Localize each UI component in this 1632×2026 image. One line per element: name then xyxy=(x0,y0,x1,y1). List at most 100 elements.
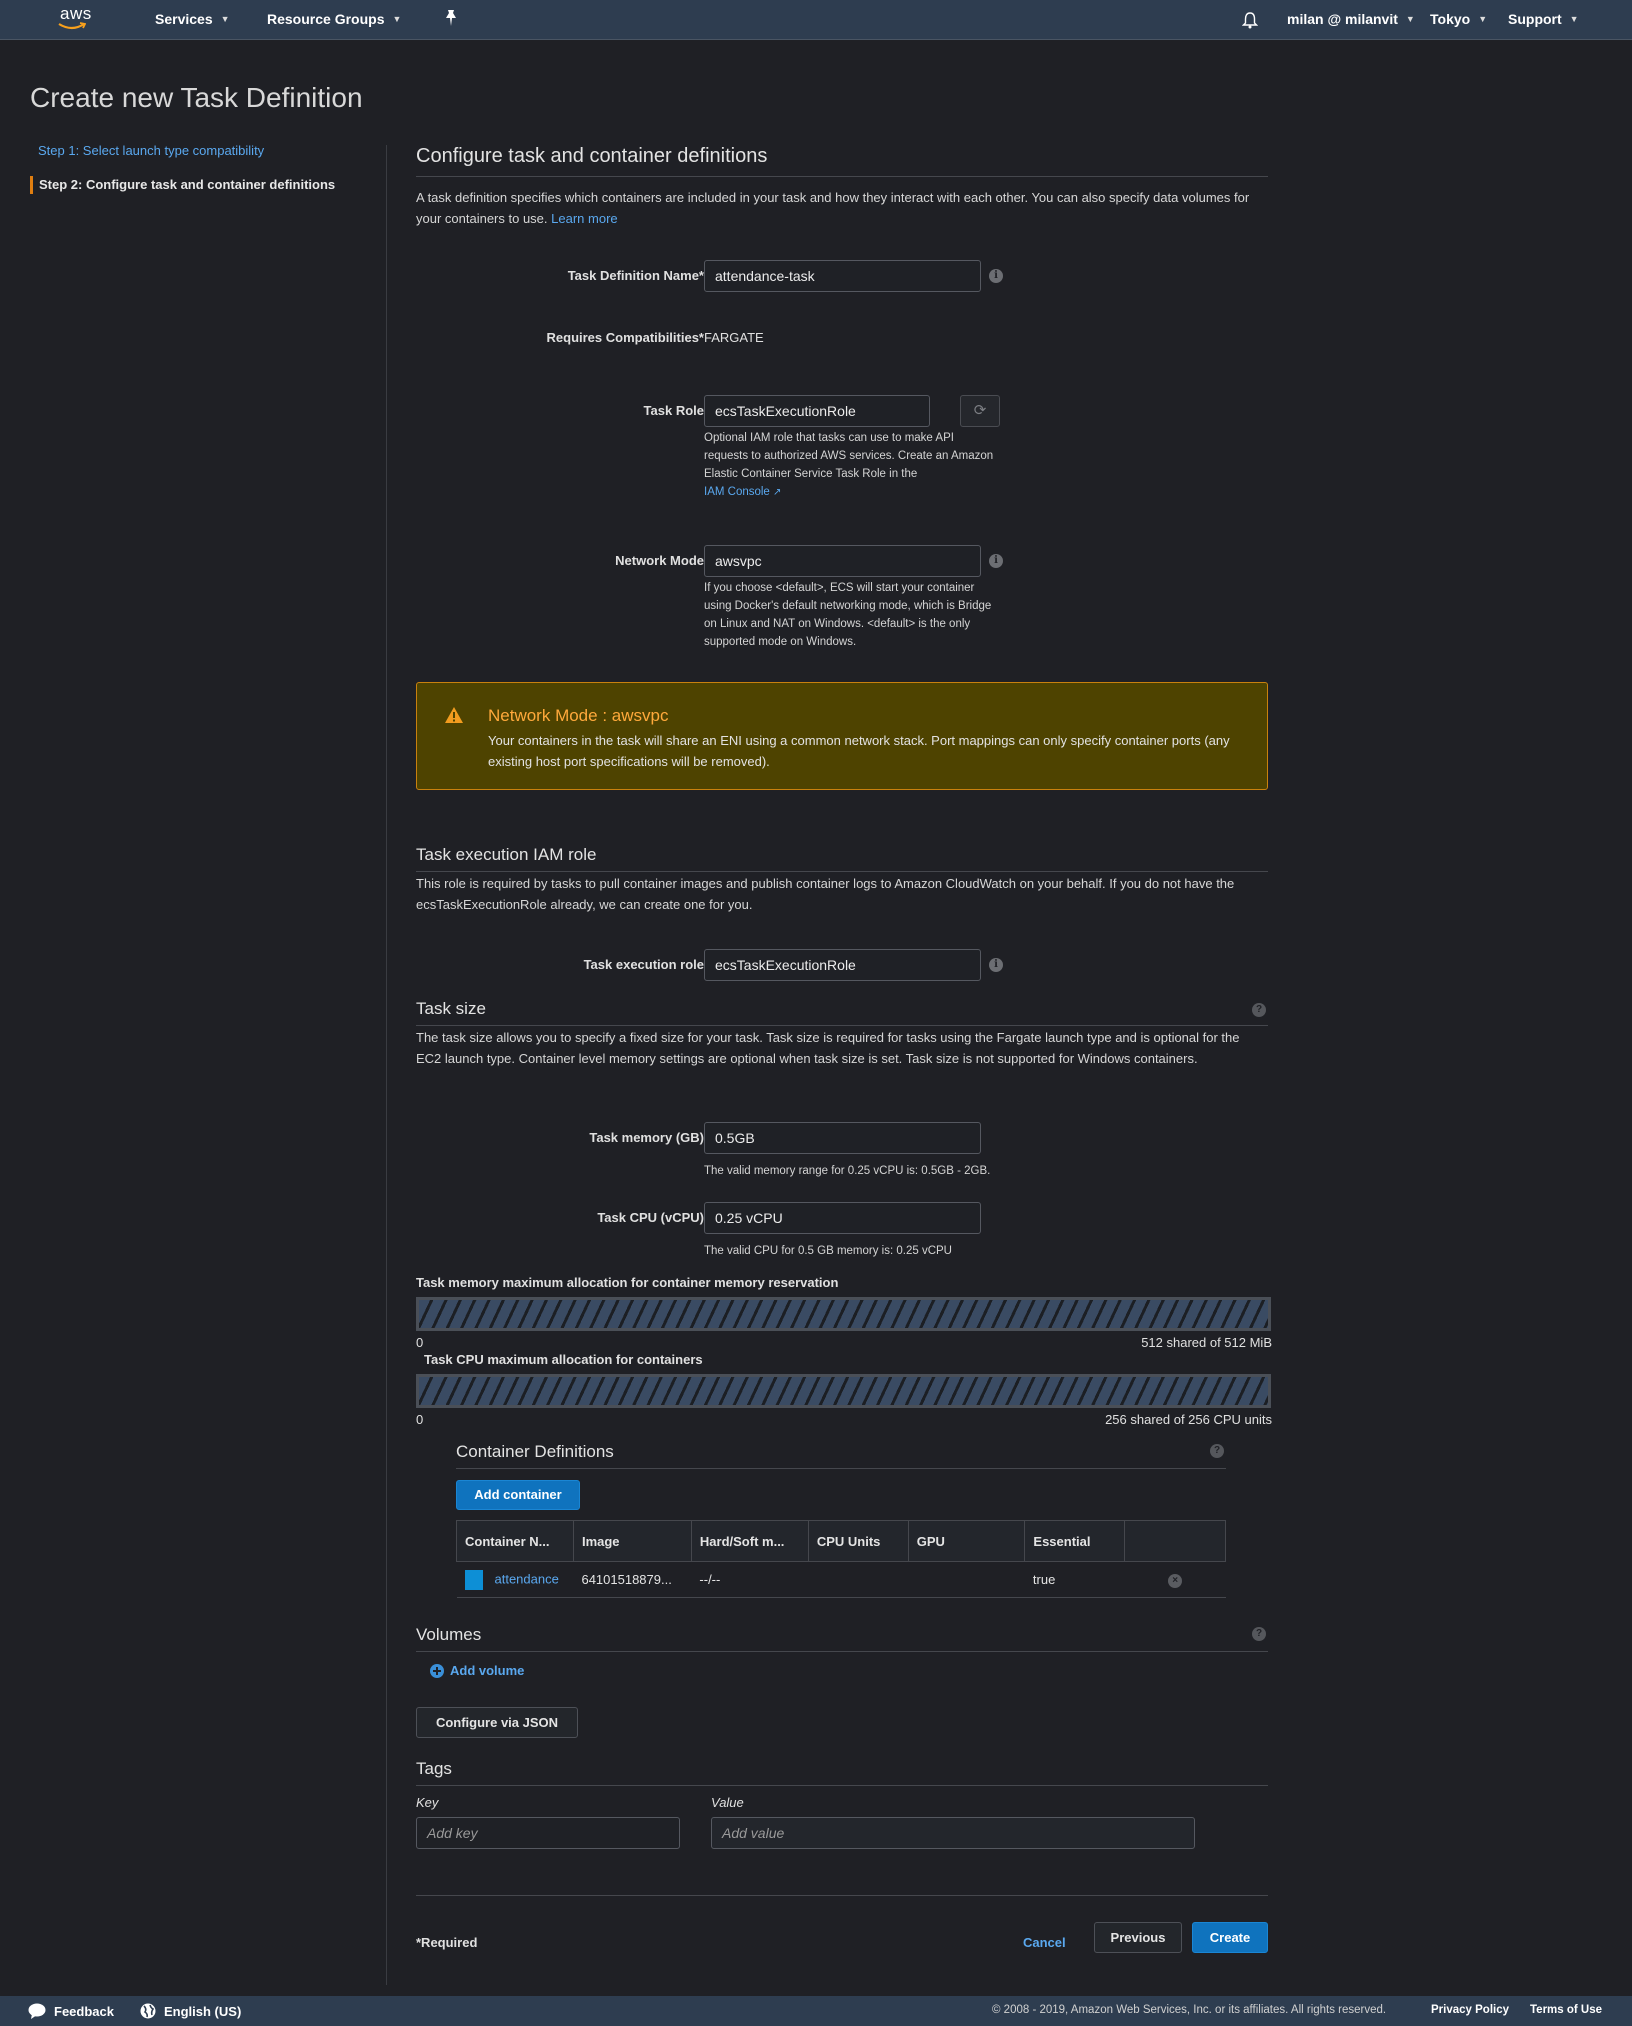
task-role-label: Task Role xyxy=(643,403,704,418)
remove-container-icon[interactable]: × xyxy=(1168,1574,1183,1588)
create-button[interactable]: Create xyxy=(1192,1922,1268,1953)
terms-of-use-link[interactable]: Terms of Use xyxy=(1530,2004,1602,2016)
tag-key-input[interactable]: Add key xyxy=(416,1817,680,1849)
cpu-allocation-label: Task CPU maximum allocation for containe… xyxy=(424,1352,703,1367)
section-title-container-definitions: Container Definitions ? xyxy=(456,1442,1226,1469)
aws-logo[interactable]: aws xyxy=(58,4,108,34)
cpu-allocation-max: 256 shared of 256 CPU units xyxy=(1105,1412,1272,1427)
container-definitions-table: Container N... Image Hard/Soft m... CPU … xyxy=(456,1520,1226,1598)
required-note: *Required xyxy=(416,1935,478,1950)
alert-title: Network Mode : awsvpc xyxy=(488,706,669,725)
services-menu[interactable]: Services ▼ xyxy=(155,11,230,27)
sidebar-divider xyxy=(386,145,387,1985)
tag-value-label: Value xyxy=(711,1795,744,1810)
add-circle-icon xyxy=(430,1663,444,1678)
memory-allocation-bar xyxy=(416,1297,1271,1331)
chevron-down-icon: ▼ xyxy=(1569,14,1579,24)
task-definition-name-label: Task Definition Name* xyxy=(567,268,704,283)
task-cpu-label: Task CPU (vCPU) xyxy=(597,1210,704,1225)
bell-icon[interactable] xyxy=(1242,11,1258,29)
network-mode-help: If you choose <default>, ECS will start … xyxy=(704,582,992,648)
globe-icon xyxy=(140,2003,156,2019)
task-size-desc: The task size allows you to specify a fi… xyxy=(416,1030,1240,1066)
support-label: Support xyxy=(1508,11,1562,27)
volumes-title-text: Volumes xyxy=(416,1625,482,1644)
feedback-button[interactable]: Feedback xyxy=(28,2003,114,2019)
learn-more-link[interactable]: Learn more xyxy=(551,211,617,226)
container-color-swatch xyxy=(464,1569,483,1590)
execution-role-row: Task execution role ecsTaskExecutionRole… xyxy=(416,949,1268,983)
add-volume-link[interactable]: Add volume xyxy=(430,1663,524,1678)
column-header-container-name[interactable]: Container N... xyxy=(456,1520,574,1562)
help-icon[interactable]: ? xyxy=(1252,1003,1266,1017)
cancel-link[interactable]: Cancel xyxy=(1023,1935,1066,1950)
memory-allocation-min: 0 xyxy=(416,1335,424,1350)
language-selector[interactable]: English (US) xyxy=(140,2003,241,2019)
column-header-essential[interactable]: Essential xyxy=(1024,1520,1126,1562)
step-2-current: Step 2: Configure task and container def… xyxy=(30,176,380,194)
task-definition-name-input[interactable]: attendance-task xyxy=(704,260,981,292)
info-icon[interactable]: i xyxy=(989,269,1003,283)
column-header-cpu-units[interactable]: CPU Units xyxy=(807,1520,909,1562)
requires-compatibilities-value: FARGATE xyxy=(704,330,764,345)
task-cpu-select[interactable]: 0.25 vCPU xyxy=(704,1202,981,1234)
network-mode-label: Network Mode xyxy=(615,553,704,568)
requires-compatibilities-row: Requires Compatibilities* FARGATE xyxy=(416,330,1268,350)
network-mode-select[interactable]: awsvpc xyxy=(704,545,981,577)
task-role-select[interactable]: ecsTaskExecutionRole xyxy=(704,395,930,427)
pin-icon[interactable] xyxy=(444,9,458,27)
cell-essential: true xyxy=(1024,1561,1125,1598)
cell-actions: × xyxy=(1124,1561,1226,1598)
support-menu[interactable]: Support ▼ xyxy=(1508,11,1579,27)
resource-groups-label: Resource Groups xyxy=(267,11,385,27)
chevron-down-icon: ▼ xyxy=(1478,14,1488,24)
task-memory-select[interactable]: 0.5GB xyxy=(704,1122,981,1154)
form-footer-divider xyxy=(416,1895,1268,1896)
iam-console-link[interactable]: IAM Console xyxy=(704,486,770,498)
language-label: English (US) xyxy=(164,2003,242,2019)
cell-cpu-units xyxy=(808,1561,909,1598)
column-header-memory[interactable]: Hard/Soft m... xyxy=(690,1520,809,1562)
configure-via-json-button[interactable]: Configure via JSON xyxy=(416,1707,578,1738)
execution-role-select[interactable]: ecsTaskExecutionRole xyxy=(704,949,981,981)
warning-icon xyxy=(445,707,463,723)
chevron-down-icon: ▼ xyxy=(220,14,230,24)
network-mode-alert: Network Mode : awsvpc Your containers in… xyxy=(416,682,1268,790)
help-icon[interactable]: ? xyxy=(1252,1627,1266,1641)
aws-smile-icon xyxy=(58,22,86,30)
region-menu[interactable]: Tokyo ▼ xyxy=(1430,11,1487,27)
info-icon[interactable]: i xyxy=(989,958,1003,972)
info-icon[interactable]: i xyxy=(989,554,1003,568)
page-footer: Feedback English (US) © 2008 - 2019, Ama… xyxy=(0,1996,1632,2026)
external-link-icon: ↗ xyxy=(773,487,782,498)
tag-value-input[interactable]: Add value xyxy=(711,1817,1195,1849)
column-header-gpu[interactable]: GPU xyxy=(907,1520,1026,1562)
cell-image: 64101518879... xyxy=(573,1561,692,1598)
table-header-row: Container N... Image Hard/Soft m... CPU … xyxy=(456,1520,1226,1562)
column-header-actions xyxy=(1124,1520,1226,1562)
execution-role-desc: This role is required by tasks to pull c… xyxy=(416,876,1235,912)
alert-body: Your containers in the task will share a… xyxy=(488,733,1230,769)
previous-button[interactable]: Previous xyxy=(1094,1922,1182,1953)
section-title-configure: Configure task and container definitions xyxy=(416,145,1268,177)
task-definition-name-row: Task Definition Name* attendance-task i xyxy=(416,260,1268,294)
refresh-roles-button[interactable]: ⟳ xyxy=(960,395,1000,427)
intro-text: A task definition specifies which contai… xyxy=(416,187,1268,229)
network-mode-row: Network Mode awsvpc i If you choose <def… xyxy=(416,545,1268,655)
privacy-policy-link[interactable]: Privacy Policy xyxy=(1431,2004,1509,2016)
resource-groups-menu[interactable]: Resource Groups ▼ xyxy=(267,11,401,27)
column-header-image[interactable]: Image xyxy=(572,1520,692,1562)
step-1-link[interactable]: Step 1: Select launch type compatibility xyxy=(30,142,380,160)
cpu-allocation-min: 0 xyxy=(416,1412,424,1427)
add-container-button[interactable]: Add container xyxy=(456,1480,580,1510)
help-icon[interactable]: ? xyxy=(1210,1444,1224,1458)
container-name-link[interactable]: attendance xyxy=(495,1571,559,1586)
cpu-allocation-bar xyxy=(416,1374,1271,1408)
intro-body: A task definition specifies which contai… xyxy=(416,190,1250,226)
account-menu[interactable]: milan @ milanvit ▼ xyxy=(1287,11,1415,27)
cell-gpu xyxy=(908,1561,1025,1598)
task-memory-label: Task memory (GB) xyxy=(589,1130,704,1145)
wizard-steps: Step 1: Select launch type compatibility… xyxy=(30,142,380,210)
section-title-tags: Tags xyxy=(416,1759,1268,1786)
add-volume-label: Add volume xyxy=(450,1663,525,1678)
